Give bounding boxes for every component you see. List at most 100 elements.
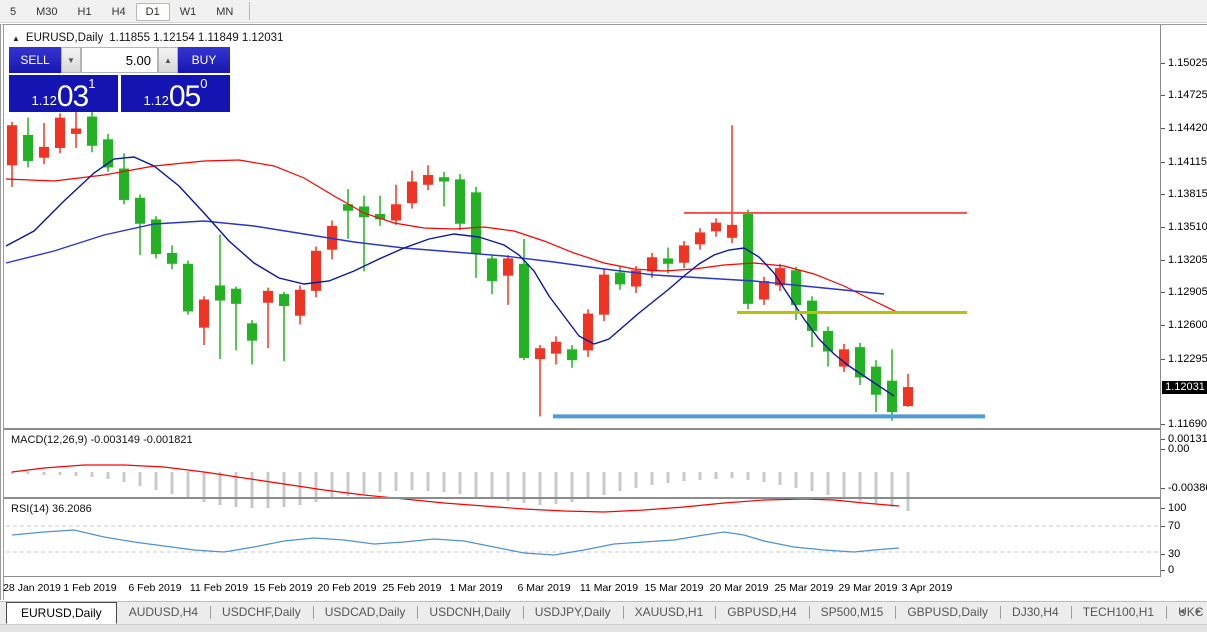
candle-body bbox=[135, 197, 145, 224]
candle-body bbox=[807, 300, 817, 331]
date-label: 11 Mar 2019 bbox=[579, 582, 639, 594]
macd-axis-label: -0.00386 bbox=[1168, 482, 1207, 494]
price-label: 1.15025 bbox=[1168, 57, 1207, 69]
panel-splitter-rsi[interactable] bbox=[4, 497, 1207, 499]
candle-body bbox=[119, 168, 129, 200]
symbol-tab-tech100-h1[interactable]: TECH100,H1 bbox=[1070, 602, 1166, 621]
tabs-scroll-left-icon[interactable]: ◄ bbox=[1177, 606, 1186, 616]
sell-button[interactable]: SELL bbox=[9, 47, 61, 73]
date-label: 28 Jan 2019 bbox=[3, 582, 61, 594]
volume-increase-button[interactable]: ▲ bbox=[158, 47, 178, 73]
candle-body bbox=[551, 341, 561, 354]
symbol-tab-xauusd-h1[interactable]: XAUUSD,H1 bbox=[622, 602, 716, 621]
candle-body bbox=[695, 232, 705, 245]
bid-price-pipette: 1 bbox=[88, 76, 96, 91]
candle-body bbox=[487, 258, 497, 282]
price-label: 1.11690 bbox=[1168, 418, 1207, 430]
price-label-tick bbox=[1161, 227, 1165, 228]
candle-body bbox=[87, 116, 97, 146]
buy-price-button[interactable]: 1.12 05 0 bbox=[121, 75, 230, 112]
symbol-tab-usdcnh-daily[interactable]: USDCNH,Daily bbox=[417, 602, 522, 621]
symbol-tab-usdcad-daily[interactable]: USDCAD,Daily bbox=[312, 602, 418, 621]
candle-body bbox=[471, 192, 481, 255]
timeframe-button-d1[interactable]: D1 bbox=[135, 2, 170, 21]
volume-input[interactable]: 5.00 bbox=[81, 47, 158, 73]
price-axis: 1.15025 1.14725 1.14420 1.14115 1.13815 1.135… bbox=[1161, 25, 1207, 577]
candle-body bbox=[439, 177, 449, 182]
candle-body bbox=[71, 128, 81, 134]
rsi-axis-label-tick bbox=[1161, 554, 1165, 555]
candle-body bbox=[679, 245, 689, 263]
panel-splitter-macd[interactable] bbox=[4, 428, 1207, 430]
timeframe-button-mn[interactable]: MN bbox=[206, 3, 243, 21]
price-label-tick bbox=[1161, 424, 1165, 425]
timeframe-toolbar: 5 M30 H1 H4 D1 W1 MN bbox=[0, 0, 1207, 23]
candle-body bbox=[711, 222, 721, 232]
candle-body bbox=[759, 281, 769, 300]
volume-decrease-button[interactable]: ▼ bbox=[61, 47, 81, 73]
price-label-tick bbox=[1161, 128, 1165, 129]
chart-title: ▲ EURUSD,Daily 1.11855 1.12154 1.11849 1… bbox=[12, 32, 283, 44]
candle-body bbox=[743, 214, 753, 304]
candle-body bbox=[663, 258, 673, 264]
timeframe-button-5[interactable]: 5 bbox=[0, 3, 26, 21]
timeframe-button-w1[interactable]: W1 bbox=[170, 3, 207, 21]
candle-body bbox=[519, 263, 529, 358]
bid-price-big: 03 bbox=[56, 79, 89, 113]
rsi-axis-label-tick bbox=[1161, 508, 1165, 509]
chart-window: ▲ EURUSD,Daily 1.11855 1.12154 1.11849 1… bbox=[0, 24, 1207, 601]
bid-price-prefix: 1.12 bbox=[31, 93, 57, 108]
symbol-tab-usdjpy-daily[interactable]: USDJPY,Daily bbox=[522, 602, 623, 621]
symbol-tab-gbpusd-daily[interactable]: GBPUSD,Daily bbox=[895, 602, 1000, 621]
symbol-tab-audusd-h4[interactable]: AUDUSD,H4 bbox=[117, 602, 210, 621]
one-click-trading-panel: SELL ▼ 5.00 ▲ BUY 1.12 03 1 1.12 05 0 bbox=[9, 47, 230, 112]
spin-up-icon: ▲ bbox=[164, 55, 172, 65]
collapse-panel-icon[interactable]: ▲ bbox=[12, 34, 20, 43]
ask-price-prefix: 1.12 bbox=[143, 93, 169, 108]
price-label: 1.12905 bbox=[1168, 286, 1207, 298]
rsi-axis-label: 70 bbox=[1168, 520, 1181, 532]
symbol-tab-usdchf-daily[interactable]: USDCHF,Daily bbox=[210, 602, 313, 621]
candle-body bbox=[615, 272, 625, 285]
macd-axis-label-tick bbox=[1161, 449, 1165, 450]
timeframe-button-h4[interactable]: H4 bbox=[102, 3, 136, 21]
symbol-tabs: EURUSD,Daily AUDUSD,H4 USDCHF,Daily USDCAD,… bbox=[0, 602, 1207, 624]
price-label-tick bbox=[1161, 292, 1165, 293]
price-label: 1.12600 bbox=[1168, 319, 1207, 331]
candle-body bbox=[535, 348, 545, 360]
date-label: 6 Mar 2019 bbox=[517, 582, 571, 594]
sell-price-button[interactable]: 1.12 03 1 bbox=[9, 75, 118, 112]
date-label: 1 Feb 2019 bbox=[63, 582, 117, 594]
tabs-scroll-right-icon[interactable]: ► bbox=[1194, 606, 1203, 616]
candle-body bbox=[503, 258, 513, 276]
rsi-axis-label: 30 bbox=[1168, 548, 1181, 560]
symbol-tab-eurusd-daily[interactable]: EURUSD,Daily bbox=[6, 602, 117, 624]
candle-body bbox=[359, 206, 369, 218]
chart-symbol-label: EURUSD,Daily bbox=[25, 32, 104, 44]
candle-body bbox=[407, 181, 417, 204]
candle-body bbox=[599, 274, 609, 315]
candle-body bbox=[247, 323, 257, 341]
date-label: 29 Mar 2019 bbox=[838, 582, 898, 594]
price-label-tick bbox=[1161, 260, 1165, 261]
price-label-tick bbox=[1161, 162, 1165, 163]
symbol-tab-sp500-m15[interactable]: SP500,M15 bbox=[808, 602, 896, 621]
rsi-axis-label: 100 bbox=[1168, 502, 1187, 514]
candle-body bbox=[279, 294, 289, 307]
date-label: 15 Feb 2019 bbox=[253, 582, 313, 594]
date-label: 6 Feb 2019 bbox=[128, 582, 182, 594]
timeframe-button-m30[interactable]: M30 bbox=[26, 3, 67, 21]
price-label: 1.12295 bbox=[1168, 353, 1207, 365]
candle-body bbox=[791, 270, 801, 305]
rsi-axis-label-tick bbox=[1161, 570, 1165, 571]
buy-button[interactable]: BUY bbox=[178, 47, 230, 73]
symbol-tab-gbpusd-h4[interactable]: GBPUSD,H4 bbox=[715, 602, 808, 621]
ask-price-pipette: 0 bbox=[200, 76, 208, 91]
macd-axis-label-tick bbox=[1161, 488, 1165, 489]
rsi-line bbox=[11, 529, 900, 556]
symbol-tab-dj30-h4[interactable]: DJ30,H4 bbox=[1000, 602, 1071, 621]
candle-body bbox=[39, 146, 49, 158]
date-label: 20 Feb 2019 bbox=[317, 582, 377, 594]
date-label: 25 Mar 2019 bbox=[774, 582, 834, 594]
timeframe-button-h1[interactable]: H1 bbox=[68, 3, 102, 21]
